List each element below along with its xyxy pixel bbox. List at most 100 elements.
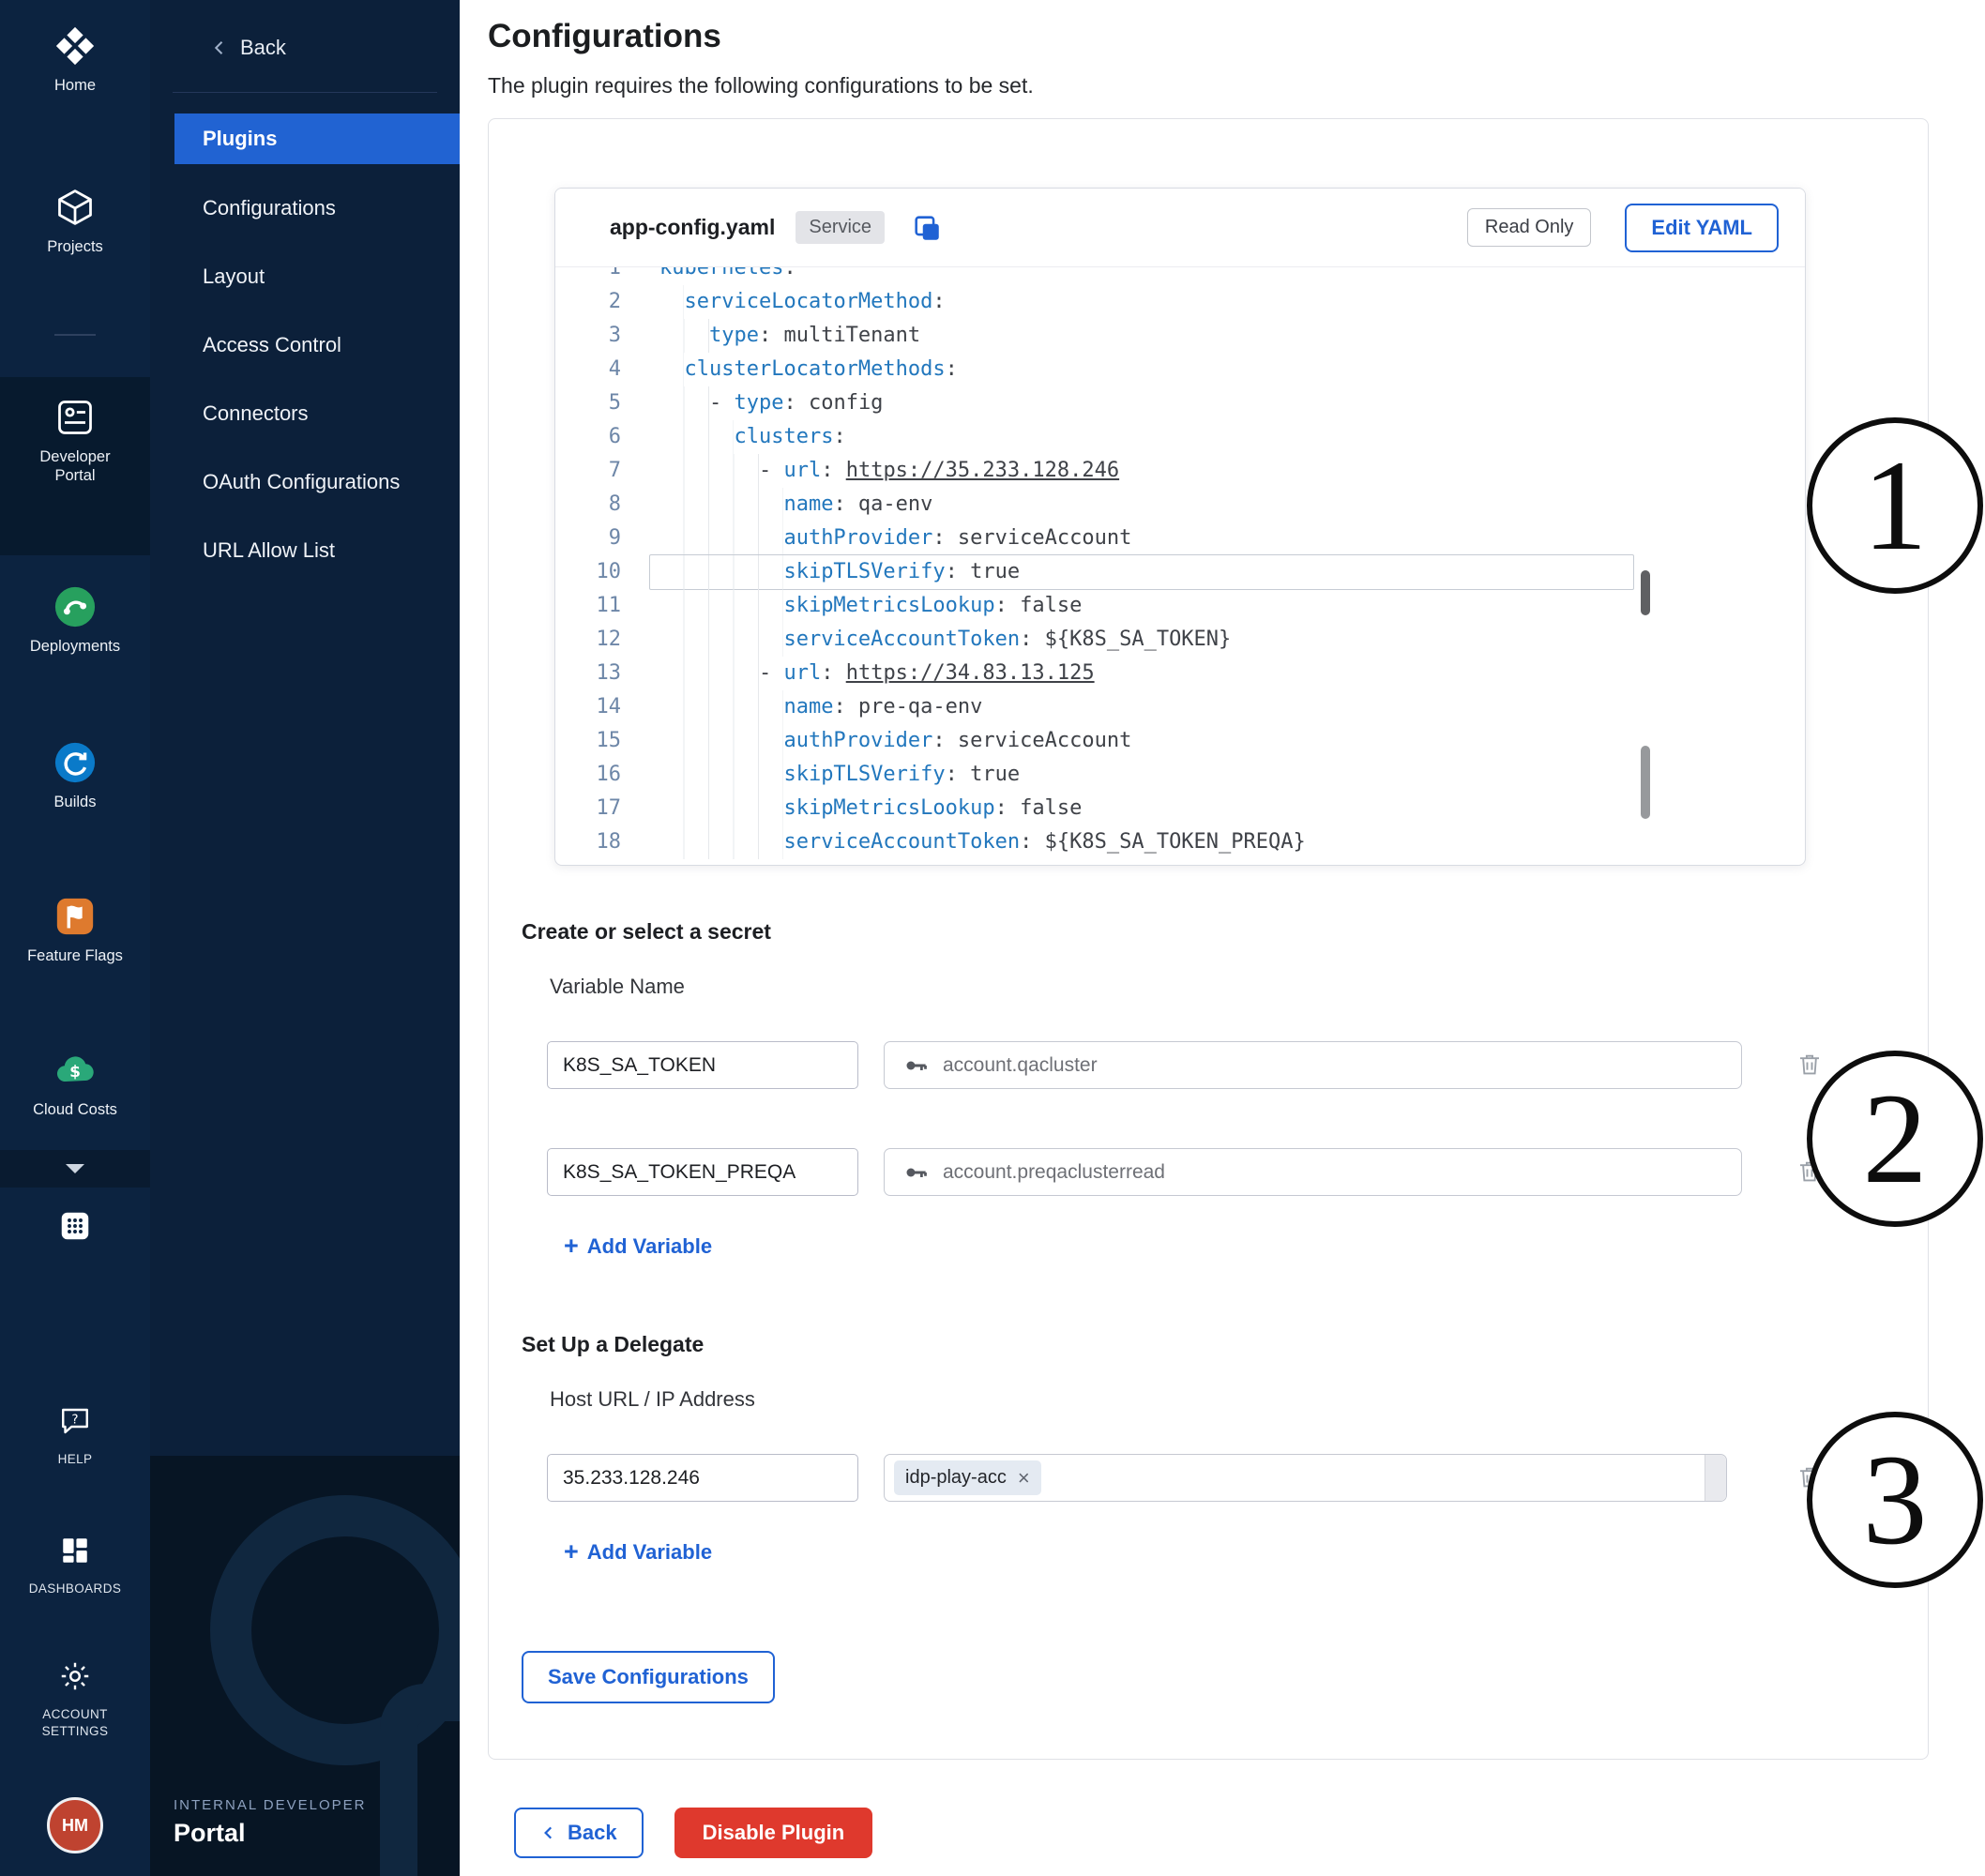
code-line: 4 clusterLocatorMethods:: [555, 353, 1653, 386]
sidebar-item-label: Cloud Costs: [0, 1100, 150, 1119]
secret-select-field[interactable]: account.preqaclusterread: [884, 1148, 1742, 1196]
sidebar-item-label: Projects: [0, 237, 150, 256]
nav-item-url-allow-list[interactable]: URL Allow List: [150, 516, 460, 584]
developer-portal-icon: [0, 394, 150, 441]
deployments-icon: [0, 583, 150, 630]
code-line: 14 name: pre-qa-env: [555, 690, 1653, 724]
chip-remove-icon[interactable]: ×: [1018, 1471, 1030, 1486]
code-line: 10 skipTLSVerify: true: [555, 555, 1653, 589]
configurations-card: app-config.yaml Service Read Only Edit Y…: [488, 118, 1929, 1760]
nav-item-oauth-configurations[interactable]: OAuth Configurations: [150, 447, 460, 516]
nav-divider: [173, 92, 437, 93]
code-line: 9 authProvider: serviceAccount: [555, 522, 1653, 555]
code-line: 3 type: multiTenant: [555, 319, 1653, 353]
back-button-label: Back: [568, 1821, 617, 1845]
footer-actions: Back Disable Plugin: [514, 1808, 1985, 1858]
annotation-circle-2: 2: [1807, 1051, 1983, 1227]
sidebar-item-home[interactable]: Home: [0, 23, 150, 95]
avatar[interactable]: HM: [47, 1797, 103, 1853]
rail-divider: [54, 334, 96, 336]
edit-yaml-button[interactable]: Edit YAML: [1625, 204, 1779, 252]
sidebar-item-label: Builds: [0, 793, 150, 811]
back-button[interactable]: Back: [514, 1808, 644, 1858]
code-scrollbar[interactable]: [1638, 266, 1653, 865]
user-menu[interactable]: HM: [0, 1797, 150, 1853]
nav-item-connectors[interactable]: Connectors: [150, 379, 460, 447]
nav-item-label: URL Allow List: [203, 538, 335, 563]
variable-name-label: Variable Name: [550, 975, 1928, 999]
add-variable-link[interactable]: + Add Variable: [564, 1232, 712, 1261]
sidebar-item-projects[interactable]: Projects: [0, 184, 150, 256]
sidebar-item-deployments[interactable]: Deployments: [0, 583, 150, 656]
nav-item-label: Configurations: [203, 196, 336, 220]
key-icon: [902, 1051, 930, 1080]
chevron-left-icon: [210, 38, 229, 57]
main-content: Configurations The plugin requires the f…: [460, 0, 1985, 1876]
read-only-badge: Read Only: [1467, 208, 1592, 247]
yaml-code-lines: 1kubernetes:2 serviceLocatorMethod:3 typ…: [555, 266, 1653, 859]
service-badge: Service: [796, 211, 885, 244]
secret-value: account.preqaclusterread: [943, 1161, 1165, 1184]
code-line: 12 serviceAccountToken: ${K8S_SA_TOKEN}: [555, 623, 1653, 657]
code-line: 16 skipTLSVerify: true: [555, 758, 1653, 792]
variable-name-input[interactable]: [547, 1041, 858, 1089]
tag-field-scroll-strip: [1705, 1455, 1726, 1501]
code-line: 6 clusters:: [555, 420, 1653, 454]
annotation-number: 3: [1863, 1435, 1928, 1565]
sidebar-item-label: Deployments: [0, 637, 150, 656]
rail-collapse-toggle[interactable]: [0, 1150, 150, 1188]
annotation-number: 1: [1863, 441, 1928, 570]
annotation-circle-3: 3: [1807, 1412, 1983, 1588]
help-chat-icon: ?: [0, 1398, 150, 1445]
copy-button[interactable]: [911, 212, 943, 244]
variable-name-input[interactable]: [547, 1148, 858, 1196]
nav-item-configurations[interactable]: Configurations: [150, 174, 460, 242]
sidebar-item-dashboards[interactable]: DASHBOARDS: [0, 1527, 150, 1597]
sidebar-item-developer-portal[interactable]: Developer Portal: [0, 394, 150, 485]
host-url-label: Host URL / IP Address: [550, 1387, 1928, 1412]
sidebar-item-builds[interactable]: Builds: [0, 739, 150, 811]
sidebar-item-cloud-costs[interactable]: $ Cloud Costs: [0, 1047, 150, 1119]
sidebar-item-help[interactable]: ? HELP: [0, 1398, 150, 1468]
nav-item-plugins[interactable]: Plugins: [174, 113, 460, 164]
annotation-number: 2: [1863, 1074, 1928, 1203]
back-link[interactable]: Back: [150, 0, 460, 69]
developer-portal-nav: Back Plugins Configurations Layout Acces…: [150, 0, 460, 1876]
nav-item-label: Plugins: [203, 127, 277, 151]
save-configurations-button[interactable]: Save Configurations: [522, 1651, 775, 1703]
dashboards-icon: [0, 1527, 150, 1574]
svg-text:$: $: [69, 1063, 81, 1082]
code-line: 2 serviceLocatorMethod:: [555, 285, 1653, 319]
host-url-input[interactable]: [547, 1454, 858, 1502]
apps-grid-icon: [0, 1203, 150, 1249]
nav-item-layout[interactable]: Layout: [150, 242, 460, 310]
secret-select-field[interactable]: account.qacluster: [884, 1041, 1742, 1089]
scrollbar-mark: [1641, 570, 1650, 615]
chip-label: idp-play-acc: [905, 1467, 1007, 1489]
delegate-tags-field[interactable]: idp-play-acc ×: [884, 1454, 1727, 1502]
decorative-square: [380, 1684, 460, 1876]
module-switcher-button[interactable]: [0, 1203, 150, 1249]
copy-icon: [911, 212, 943, 244]
sidebar-item-feature-flags[interactable]: Feature Flags: [0, 893, 150, 965]
harness-logo-icon: [0, 23, 150, 69]
chevron-left-icon: [540, 1824, 557, 1841]
nav-item-label: Layout: [203, 265, 265, 289]
nav-item-label: Access Control: [203, 333, 341, 357]
yaml-code-viewport[interactable]: 1kubernetes:2 serviceLocatorMethod:3 typ…: [555, 266, 1653, 865]
scrollbar-thumb[interactable]: [1641, 746, 1650, 819]
code-line: 15 authProvider: serviceAccount: [555, 724, 1653, 758]
add-variable-link[interactable]: + Add Variable: [564, 1537, 712, 1566]
nav-item-access-control[interactable]: Access Control: [150, 310, 460, 379]
delegate-tag-chip[interactable]: idp-play-acc ×: [894, 1460, 1041, 1495]
sidebar-item-label: Home: [0, 76, 150, 95]
delete-row-button[interactable]: [1796, 1051, 1824, 1081]
delegate-section-heading: Set Up a Delegate: [522, 1331, 1928, 1357]
sidebar-item-label: Developer Portal: [30, 447, 120, 485]
nav-footer-eyebrow: INTERNAL DEVELOPER: [174, 1797, 367, 1813]
gear-icon: [0, 1653, 150, 1700]
disable-plugin-button[interactable]: Disable Plugin: [674, 1808, 873, 1858]
yaml-editor-header: app-config.yaml Service Read Only Edit Y…: [555, 189, 1805, 267]
sidebar-item-account-settings[interactable]: ACCOUNT SETTINGS: [0, 1653, 150, 1740]
secret-value: account.qacluster: [943, 1054, 1098, 1077]
